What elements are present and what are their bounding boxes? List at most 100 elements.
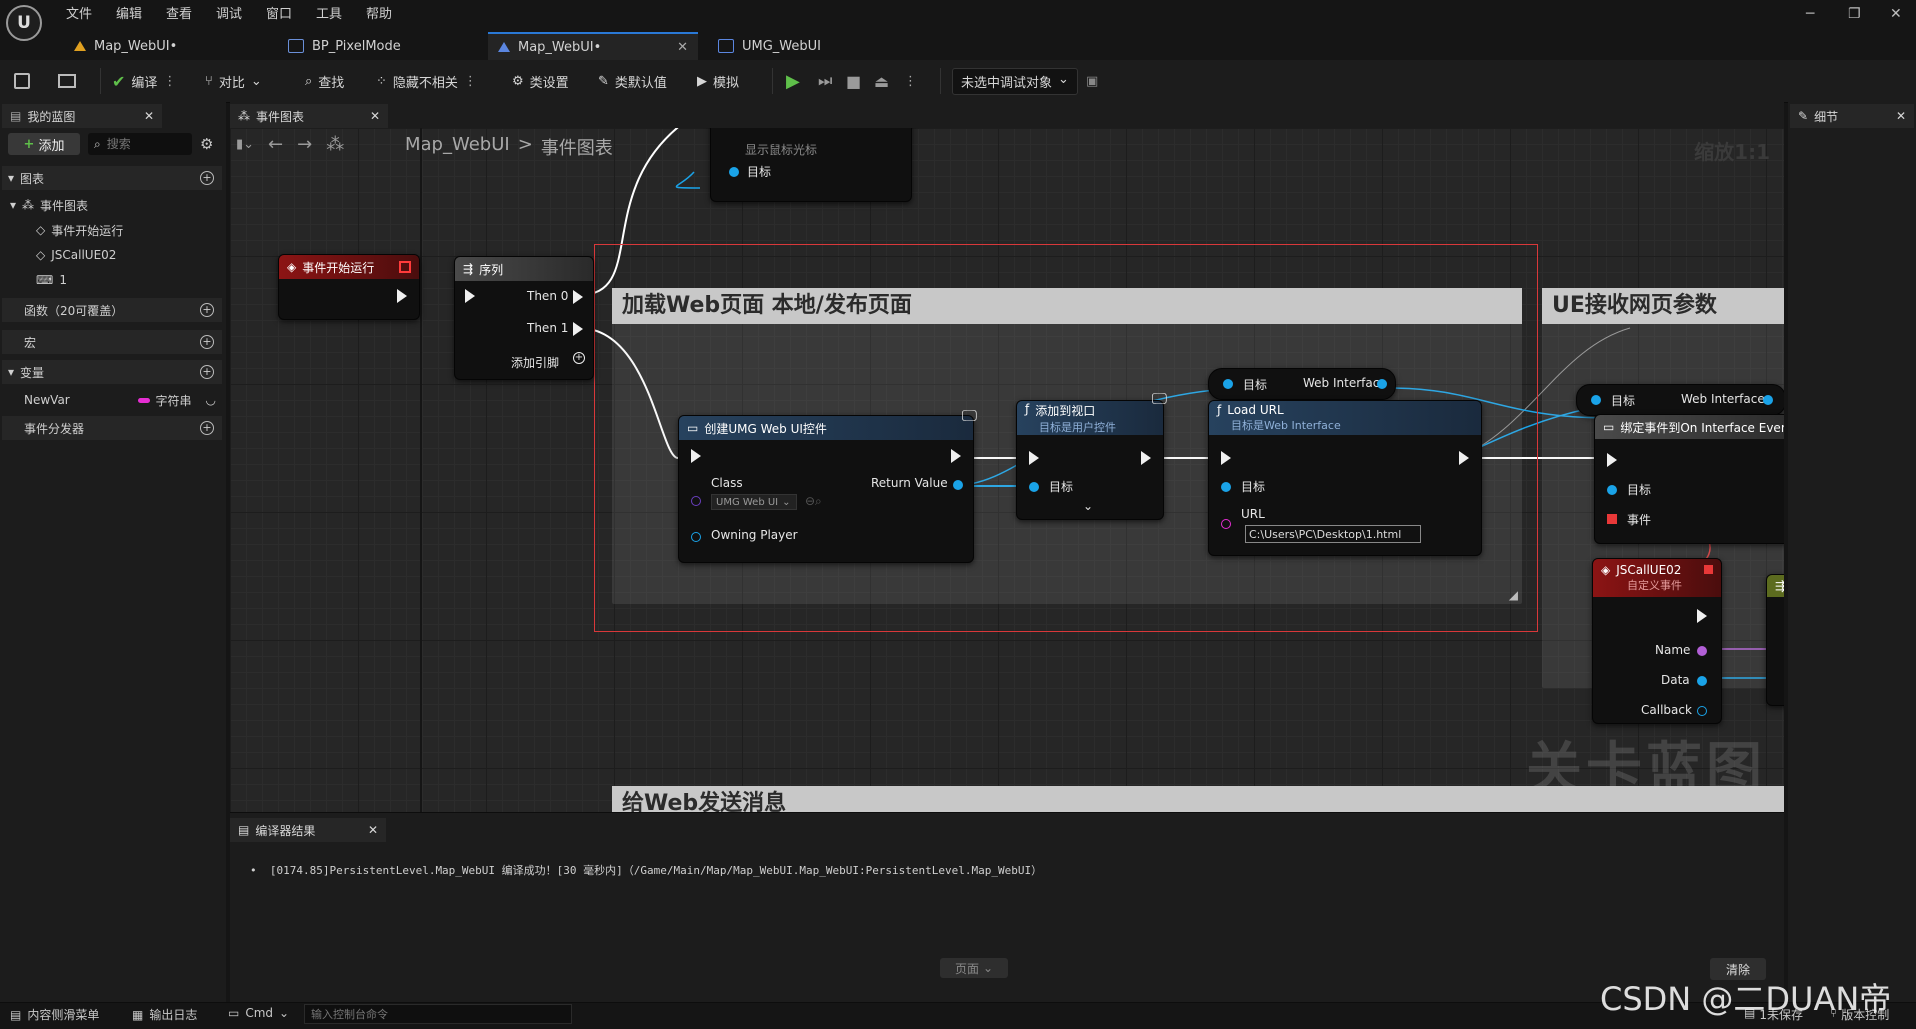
url-pin[interactable]: [1221, 519, 1231, 529]
more-options-icon[interactable]: ⋮: [464, 74, 477, 89]
variable-row[interactable]: NewVar 字符串 ◡: [2, 388, 222, 412]
owning-player-pin[interactable]: [691, 532, 701, 542]
tab-map-webui-level[interactable]: Map_WebUI•: [64, 32, 264, 60]
simulate-button[interactable]: ▶ 模拟: [697, 60, 739, 102]
diff-button[interactable]: ⑂ 对比 ⌄: [205, 60, 262, 102]
close-tab-icon[interactable]: ✕: [677, 40, 688, 55]
use-selected-icon[interactable]: ⊖⌕: [805, 494, 822, 509]
exec-in-pin[interactable]: [691, 449, 701, 463]
class-defaults-button[interactable]: ✎ 类默认值: [598, 60, 667, 102]
event-delegate-icon[interactable]: [399, 261, 411, 273]
web-interface-pin[interactable]: [1377, 379, 1387, 389]
menu-file[interactable]: 文件: [66, 3, 92, 22]
graphs-section-header[interactable]: ▾ 图表 +: [2, 166, 222, 190]
load-url-node[interactable]: ƒ Load URL 目标是Web Interface 目标 URL: [1208, 400, 1482, 556]
target-pin[interactable]: [1591, 395, 1601, 405]
then0-pin[interactable]: [573, 290, 583, 304]
exec-out-pin[interactable]: [951, 449, 961, 463]
web-interface-pin[interactable]: [1763, 395, 1773, 405]
menu-tools[interactable]: 工具: [316, 3, 342, 22]
add-graph-icon[interactable]: +: [200, 171, 214, 185]
exec-out-pin[interactable]: [1141, 451, 1151, 465]
cmd-select[interactable]: ▭ Cmd ⌄: [228, 1006, 289, 1020]
jscall-custom-event-node[interactable]: ◈ JSCallUE02 自定义事件 Name Data Callback: [1592, 558, 1722, 724]
advance-frame-icon[interactable]: ⏭: [818, 60, 832, 102]
close-tab-icon[interactable]: ✕: [370, 109, 380, 123]
menu-window[interactable]: 窗口: [266, 3, 292, 22]
dispatchers-section-header[interactable]: 事件分发器 +: [2, 416, 222, 440]
add-macro-icon[interactable]: +: [200, 335, 214, 349]
set-show-mouse-cursor-node[interactable]: 显示鼠标光标 目标: [710, 128, 912, 202]
event-delegate-pin[interactable]: [1607, 514, 1617, 524]
add-to-viewport-node[interactable]: ƒ 添加到视口 目标是用户控件 🖵 目标 ⌄: [1016, 389, 1167, 520]
event-delegate-icon[interactable]: [1704, 565, 1713, 574]
list-item[interactable]: ◇ JSCallUE02: [2, 243, 222, 267]
expand-chevron-icon[interactable]: ⌄: [1083, 499, 1093, 513]
search-input[interactable]: [104, 136, 179, 152]
name-pin[interactable]: [1697, 646, 1707, 656]
comment-title[interactable]: UE接收网页参数: [1542, 288, 1784, 324]
return-value-pin[interactable]: [953, 480, 963, 490]
minimize-icon[interactable]: ─: [1806, 6, 1814, 22]
tab-my-blueprint[interactable]: ▤ 我的蓝图 ✕: [2, 104, 162, 128]
output-log-button[interactable]: ▦ 输出日志: [132, 1006, 197, 1023]
menu-view[interactable]: 查看: [166, 3, 192, 22]
page-select[interactable]: 页面 ⌄: [940, 958, 1008, 978]
stop-icon[interactable]: ■: [846, 60, 861, 102]
then1-pin[interactable]: [573, 322, 583, 336]
exec-out-pin[interactable]: [397, 289, 407, 303]
close-tab-icon[interactable]: ✕: [144, 109, 154, 123]
target-pin[interactable]: [1607, 485, 1617, 495]
content-drawer-button[interactable]: ▤ 内容侧滑菜单: [10, 1006, 99, 1023]
close-window-icon[interactable]: ✕: [1890, 6, 1902, 22]
target-pin[interactable]: [1221, 482, 1231, 492]
eject-icon[interactable]: ⏏: [874, 60, 889, 102]
visibility-eye-icon[interactable]: ◡: [206, 393, 216, 407]
target-pin[interactable]: [1223, 379, 1233, 389]
macros-section-header[interactable]: 宏 +: [2, 330, 222, 354]
browse-icon[interactable]: [58, 60, 76, 102]
add-button[interactable]: + 添加: [8, 133, 80, 155]
compile-button[interactable]: ✔ 编译 ⋮: [112, 60, 176, 102]
add-pin-label[interactable]: 添加引脚: [511, 354, 559, 371]
debug-target-select[interactable]: 未选中调试对象 ⌄: [952, 60, 1078, 102]
add-pin-icon[interactable]: +: [573, 352, 585, 364]
exec-out-pin[interactable]: [1697, 609, 1707, 623]
data-pin[interactable]: [1697, 676, 1707, 686]
menu-help[interactable]: 帮助: [366, 3, 392, 22]
create-widget-node[interactable]: ▭ 创建UMG Web UI控件 🖵 Class UMG Web UI ⌄ ⊖⌕…: [678, 406, 977, 563]
settings-gear-icon[interactable]: ⚙: [200, 135, 213, 153]
class-select[interactable]: UMG Web UI ⌄: [711, 494, 797, 510]
variables-section-header[interactable]: ▾ 变量 +: [2, 360, 222, 384]
bind-event-node[interactable]: ▭ 绑定事件到On Interface Event 目标 事件: [1594, 414, 1784, 544]
add-function-icon[interactable]: +: [200, 303, 214, 317]
tab-compiler-results[interactable]: ▤ 编译器结果 ✕: [230, 818, 386, 842]
menu-edit[interactable]: 编辑: [116, 3, 142, 22]
hide-unrelated-button[interactable]: ⁘ 隐藏不相关 ⋮: [376, 60, 477, 102]
search-box[interactable]: ⌕: [88, 133, 192, 155]
console-input[interactable]: [304, 1004, 572, 1024]
exec-in-pin[interactable]: [1607, 453, 1617, 467]
more-options-icon[interactable]: ⋮: [904, 60, 917, 102]
graph-canvas[interactable]: ▮⌄ ← → ⁂ Map_WebUI > 事件图表 缩放1:1 加载Web页面 …: [230, 128, 1784, 812]
list-item[interactable]: ⌨ 1: [2, 268, 222, 292]
add-variable-icon[interactable]: +: [200, 365, 214, 379]
find-button[interactable]: ⌕ 查找: [305, 60, 344, 102]
tab-map-webui-blueprint[interactable]: Map_WebUI• ✕: [488, 32, 698, 60]
sequence-node[interactable]: ⇶ 序列 Then 0 Then 1 添加引脚 +: [454, 256, 594, 380]
unreal-logo-icon[interactable]: U: [6, 5, 42, 41]
functions-section-header[interactable]: 函数（20可覆盖） +: [2, 298, 222, 322]
event-begin-play-node[interactable]: ◈ 事件开始运行: [278, 254, 420, 320]
play-icon[interactable]: ▶: [786, 60, 800, 102]
class-settings-button[interactable]: ⚙ 类设置: [512, 60, 569, 102]
tab-bp-pixelmode[interactable]: BP_PixelMode: [278, 32, 478, 60]
target-pin[interactable]: [1029, 482, 1039, 492]
list-item[interactable]: ◇ 事件开始运行: [2, 218, 222, 242]
partial-node[interactable]: ⇶: [1766, 574, 1784, 706]
tab-umg-webui[interactable]: UMG_WebUI: [708, 32, 908, 60]
event-graph-item[interactable]: ▾ ⁂ 事件图表: [2, 193, 222, 217]
web-interface-getter-node[interactable]: 目标 Web Interface: [1576, 384, 1784, 416]
save-icon[interactable]: [14, 60, 30, 102]
menu-debug[interactable]: 调试: [216, 3, 242, 22]
exec-in-pin[interactable]: [465, 289, 475, 303]
